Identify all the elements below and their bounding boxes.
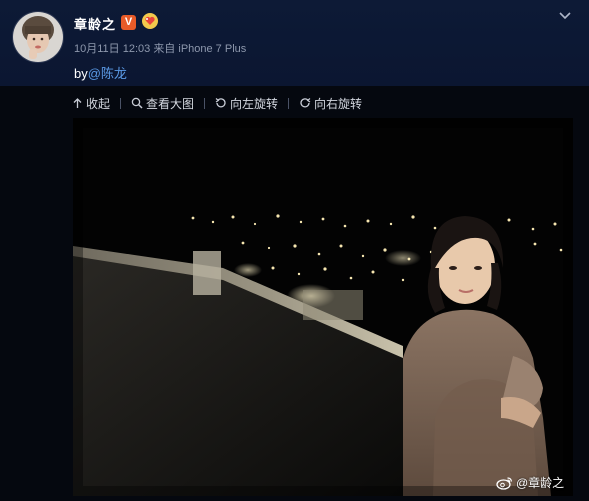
night-city-photo xyxy=(73,118,573,496)
avatar-image xyxy=(13,12,63,62)
view-large-label: 查看大图 xyxy=(146,96,195,111)
post-text-prefix: by xyxy=(74,66,88,81)
toolbar-divider xyxy=(120,97,122,109)
member-heart-icon[interactable] xyxy=(141,12,159,30)
media-toolbar: 收起 查看大图 向左旋转 向右旋转 xyxy=(72,94,372,112)
mention-link[interactable]: @陈龙 xyxy=(88,66,127,81)
photo-watermark: @章龄之 xyxy=(496,474,564,491)
rotate-right-icon xyxy=(300,98,311,108)
post-text: by@陈龙 xyxy=(74,63,127,82)
watermark-text: @章龄之 xyxy=(516,476,565,490)
weibo-logo-icon xyxy=(496,476,513,490)
collapse-up-icon xyxy=(73,97,82,108)
view-large-button[interactable]: 查看大图 xyxy=(131,95,194,112)
rotate-right-button[interactable]: 向右旋转 xyxy=(299,95,362,112)
post-source[interactable]: iPhone 7 Plus xyxy=(178,43,246,55)
rotate-left-button[interactable]: 向左旋转 xyxy=(215,95,278,112)
post-photo[interactable] xyxy=(73,118,573,496)
chevron-down-icon[interactable] xyxy=(557,8,573,22)
rotate-left-icon xyxy=(215,98,226,108)
post-meta: 10月11日 12:03 来自 iPhone 7 Plus xyxy=(74,40,246,56)
username[interactable]: 章龄之 xyxy=(74,14,116,33)
magnifier-icon xyxy=(131,97,143,109)
collapse-button[interactable]: 收起 xyxy=(72,95,110,112)
post-timestamp[interactable]: 10月11日 12:03 xyxy=(74,43,150,55)
toolbar-divider xyxy=(204,97,206,109)
rotate-right-label: 向右旋转 xyxy=(314,96,363,111)
source-prefix: 来自 xyxy=(153,43,176,55)
avatar[interactable] xyxy=(12,11,64,63)
toolbar-divider xyxy=(288,97,290,109)
collapse-label: 收起 xyxy=(86,96,111,111)
rotate-left-label: 向左旋转 xyxy=(230,96,279,111)
verified-v-icon[interactable]: V xyxy=(121,15,136,30)
